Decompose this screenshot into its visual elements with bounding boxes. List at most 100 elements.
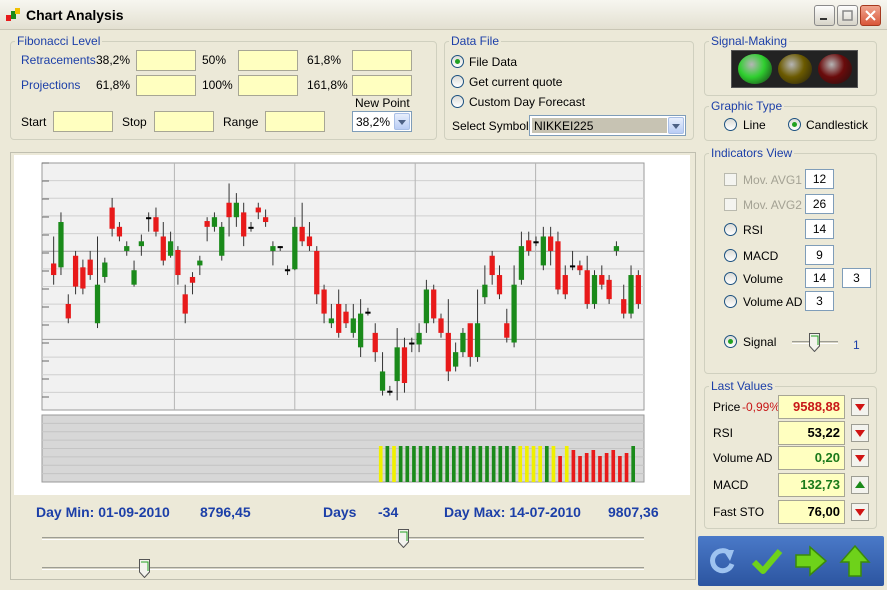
mov-avg2-checkbox[interactable] [724, 198, 737, 211]
candle-body [540, 236, 546, 266]
refresh-icon[interactable] [702, 540, 744, 582]
radio-candlestick[interactable] [788, 118, 801, 131]
candle-body [394, 347, 400, 382]
stop-field[interactable] [154, 111, 214, 132]
volume-bar [525, 446, 529, 482]
retracement-field-3[interactable] [352, 50, 412, 71]
day-min: Day Min: 01-09-2010 [36, 504, 170, 520]
radio-volume[interactable] [724, 272, 737, 285]
volume-bar [505, 446, 509, 482]
projection-field-1[interactable] [136, 75, 196, 96]
close-button[interactable] [860, 5, 881, 26]
macd-field[interactable]: 9 [805, 245, 834, 265]
title-bar[interactable]: Chart Analysis [0, 0, 887, 30]
candle-body [569, 265, 576, 268]
checkmark-icon[interactable] [746, 540, 788, 582]
arrow-down-icon [855, 509, 865, 516]
radio-custom-forecast[interactable] [451, 95, 464, 108]
retracement-field-1[interactable] [136, 50, 196, 71]
candlestick-chart[interactable] [14, 155, 690, 495]
candle-body [431, 289, 437, 319]
mov-avg1-checkbox[interactable] [724, 173, 737, 186]
volume-ad-label[interactable]: Volume AD [743, 295, 802, 309]
start-field[interactable] [53, 111, 113, 132]
option-custom-forecast[interactable]: Custom Day Forecast [469, 95, 585, 109]
radio-line[interactable] [724, 118, 737, 131]
minimize-button[interactable] [814, 5, 835, 26]
volume-ad-field[interactable]: 3 [805, 291, 834, 311]
radio-current-quote[interactable] [451, 75, 464, 88]
volume-bar [604, 453, 609, 482]
candle-body [292, 226, 298, 270]
radio-macd[interactable] [724, 249, 737, 262]
arrow-down-icon [855, 404, 865, 411]
candle-body [226, 202, 232, 218]
range-field[interactable] [265, 111, 325, 132]
candle-body [482, 284, 488, 298]
new-point-label: New Point [355, 96, 410, 110]
option-file-data[interactable]: File Data [469, 55, 517, 69]
macd-label[interactable]: MACD [743, 249, 778, 263]
candle-body [299, 226, 305, 242]
volume-bar [591, 450, 596, 482]
arrow-right-icon[interactable] [790, 540, 832, 582]
volume-bar [412, 446, 416, 482]
candle-body [526, 240, 532, 251]
retracement-field-2[interactable] [238, 50, 298, 71]
volume-bar [471, 446, 476, 482]
option-current-quote[interactable]: Get current quote [469, 75, 562, 89]
candle-body [365, 311, 371, 314]
volume-bar [432, 446, 436, 482]
signal-label[interactable]: Signal [743, 335, 776, 349]
retracement-level-1: 38,2% [96, 53, 131, 67]
candle-body [328, 318, 335, 324]
volume-bar [518, 446, 523, 482]
volume-bar [544, 446, 549, 482]
candle-body [460, 332, 466, 353]
maximize-button[interactable] [837, 5, 858, 26]
candle-body [51, 263, 57, 276]
fast-sto-value: 76,00 [778, 500, 845, 524]
lower-slider-thumb[interactable] [139, 559, 151, 578]
volume-field[interactable]: 14 [805, 268, 834, 288]
radio-signal[interactable] [724, 335, 737, 348]
chevron-down-icon[interactable] [394, 113, 410, 130]
volume-ad-trend-button[interactable] [851, 449, 869, 467]
rsi-label[interactable]: RSI [743, 223, 763, 237]
rsi-field[interactable]: 14 [805, 219, 834, 239]
candle-body [555, 241, 561, 290]
radio-file-data[interactable] [451, 55, 464, 68]
close-icon [865, 10, 876, 21]
signal-making-legend: Signal-Making [711, 34, 788, 48]
radio-volume-ad[interactable] [724, 295, 737, 308]
rsi-trend-button[interactable] [851, 424, 869, 442]
radio-rsi[interactable] [724, 223, 737, 236]
projection-field-3[interactable] [352, 75, 412, 96]
option-line[interactable]: Line [743, 118, 766, 132]
new-point-select[interactable]: 38,2% [352, 111, 412, 132]
mov-avg2-field[interactable]: 26 [805, 194, 834, 214]
upper-slider-track[interactable] [42, 537, 644, 540]
maximize-icon [842, 10, 853, 21]
option-candlestick[interactable]: Candlestick [806, 118, 868, 132]
candle-body [277, 246, 283, 249]
macd-trend-button[interactable] [851, 476, 869, 494]
candle-body [591, 275, 598, 304]
upper-slider-thumb[interactable] [398, 529, 410, 548]
volume-field-2[interactable]: 3 [842, 268, 871, 288]
price-trend-button[interactable] [851, 398, 869, 416]
projection-field-2[interactable] [238, 75, 298, 96]
lower-slider-track[interactable] [42, 567, 644, 570]
volume-bar [491, 446, 496, 482]
candle-body [72, 255, 79, 287]
candle-body [233, 202, 240, 218]
fast-sto-trend-button[interactable] [851, 503, 869, 521]
signal-slider-thumb[interactable] [809, 333, 820, 352]
candle-body [474, 323, 481, 357]
chevron-down-icon[interactable] [668, 117, 684, 134]
volume-label[interactable]: Volume [743, 272, 783, 286]
mov-avg1-field[interactable]: 12 [805, 169, 834, 189]
candle-body [379, 371, 386, 391]
arrow-up-icon[interactable] [834, 540, 876, 582]
symbol-select[interactable]: NIKKEI225 [529, 115, 686, 136]
